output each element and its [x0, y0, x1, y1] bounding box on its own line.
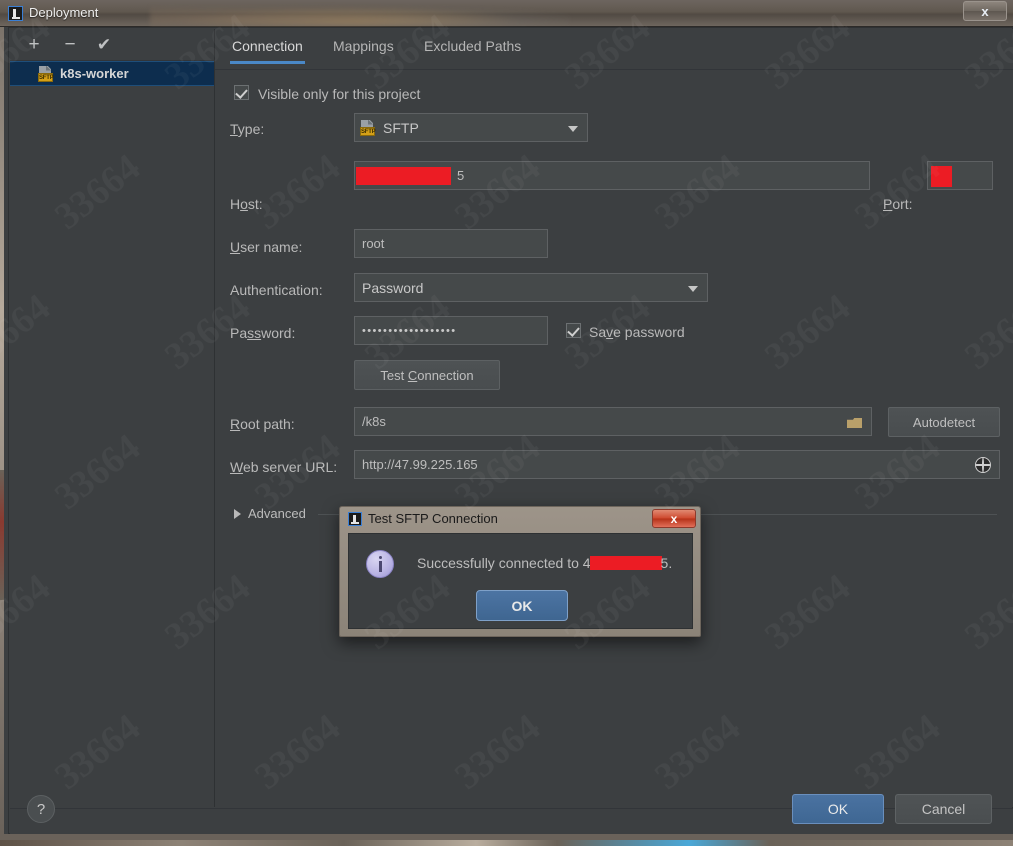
- dialog-close-icon[interactable]: x: [652, 509, 696, 528]
- desktop-background-left: [0, 470, 4, 600]
- chevron-down-icon: [688, 286, 698, 292]
- sftp-server-icon: SFTP: [38, 65, 54, 82]
- chevron-right-icon[interactable]: [234, 509, 241, 519]
- deployment-server-list-panel: + − ✔ SFTP k8s-worker: [10, 29, 215, 807]
- window-frame: + − ✔ SFTP k8s-worker Connection Mapping…: [0, 27, 1013, 840]
- add-server-icon[interactable]: +: [21, 33, 47, 57]
- test-connection-button[interactable]: Test Connection: [354, 360, 500, 390]
- server-list-toolbar: + − ✔: [10, 29, 214, 61]
- settings-tabs: Connection Mappings Excluded Paths: [215, 29, 1013, 70]
- visible-only-label: Visible only for this project: [258, 86, 421, 102]
- web-server-url-input[interactable]: http://47.99.225.165: [354, 450, 1000, 479]
- sidebar-item-k8s-worker[interactable]: SFTP k8s-worker: [10, 61, 214, 86]
- username-value: root: [362, 236, 385, 251]
- root-path-value: /k8s: [362, 414, 386, 429]
- username-input[interactable]: root: [354, 229, 548, 258]
- password-input[interactable]: ••••••••••••••••••: [354, 316, 548, 345]
- port-label: Port:: [883, 196, 913, 212]
- dialog-message-redaction-bar: [589, 556, 662, 570]
- visible-only-checkbox[interactable]: [234, 85, 249, 100]
- type-label: Type:: [230, 121, 265, 137]
- port-redaction-bar: [931, 166, 952, 187]
- sftp-type-icon: SFTP: [360, 119, 376, 136]
- host-label: Host:: [230, 196, 263, 212]
- tab-connection[interactable]: Connection: [230, 38, 305, 64]
- desktop-background-strip: [0, 840, 1013, 846]
- close-icon[interactable]: x: [963, 1, 1007, 21]
- sftp-badge-label: SFTP: [38, 72, 54, 82]
- titlebar-background-blur: [150, 2, 570, 26]
- sidebar-item-label: k8s-worker: [60, 66, 129, 81]
- authentication-value: Password: [362, 279, 424, 296]
- dialog-title: Test SFTP Connection: [368, 511, 498, 526]
- dialog-message-prefix: Successfully connected to 4: [417, 555, 591, 571]
- type-value: SFTP: [383, 119, 419, 136]
- username-label: User name:: [230, 239, 303, 255]
- server-settings-panel: Connection Mappings Excluded Paths Visib…: [215, 29, 1013, 807]
- tab-excluded-paths[interactable]: Excluded Paths: [424, 38, 521, 64]
- window-titlebar: Deployment x: [0, 0, 1013, 27]
- root-path-input[interactable]: /k8s: [354, 407, 872, 436]
- test-connection-label: Test Connection: [380, 367, 474, 383]
- intellij-icon: [8, 6, 23, 21]
- test-sftp-connection-dialog: Test SFTP Connection x Successfully conn…: [339, 506, 701, 637]
- server-list: SFTP k8s-worker: [10, 61, 214, 86]
- host-redaction-bar: [356, 167, 451, 185]
- type-combobox[interactable]: SFTP SFTP: [354, 113, 588, 142]
- dialog-titlebar: Test SFTP Connection x: [340, 507, 700, 532]
- cancel-button[interactable]: Cancel: [895, 794, 992, 824]
- intellij-icon: [348, 512, 362, 526]
- web-server-url-value: http://47.99.225.165: [362, 457, 478, 472]
- remove-server-icon[interactable]: −: [57, 33, 83, 57]
- sftp-type-badge: SFTP: [360, 126, 376, 136]
- chevron-down-icon: [568, 126, 578, 132]
- set-default-server-icon[interactable]: ✔: [91, 33, 117, 57]
- save-password-checkbox[interactable]: [566, 323, 581, 338]
- password-label: Password:: [230, 325, 296, 341]
- deployment-window: Deployment x + − ✔ SFTP k8s-worker Conne…: [0, 0, 1013, 846]
- dialog-body: Successfully connected to 4 5. OK: [348, 533, 693, 629]
- password-value: ••••••••••••••••••: [362, 324, 457, 337]
- dialog-message-suffix: 5.: [660, 555, 673, 571]
- authentication-label: Authentication:: [230, 282, 323, 298]
- autodetect-button[interactable]: Autodetect: [888, 407, 1000, 437]
- folder-icon[interactable]: [847, 416, 862, 428]
- window-title: Deployment: [29, 5, 99, 20]
- info-icon: [366, 550, 394, 578]
- advanced-label: Advanced: [248, 506, 306, 521]
- ok-button[interactable]: OK: [792, 794, 884, 824]
- authentication-combobox[interactable]: Password: [354, 273, 708, 302]
- help-button[interactable]: ?: [27, 795, 55, 823]
- dialog-message: Successfully connected to 4 5.: [417, 555, 672, 571]
- save-password-label: Save password: [589, 324, 685, 340]
- dialog-ok-button[interactable]: OK: [476, 590, 568, 621]
- tab-mappings[interactable]: Mappings: [333, 38, 394, 64]
- window-content: + − ✔ SFTP k8s-worker Connection Mapping…: [8, 27, 1013, 834]
- globe-icon[interactable]: [975, 457, 991, 473]
- web-server-url-label: Web server URL:: [230, 459, 338, 475]
- root-path-label: Root path:: [230, 416, 295, 432]
